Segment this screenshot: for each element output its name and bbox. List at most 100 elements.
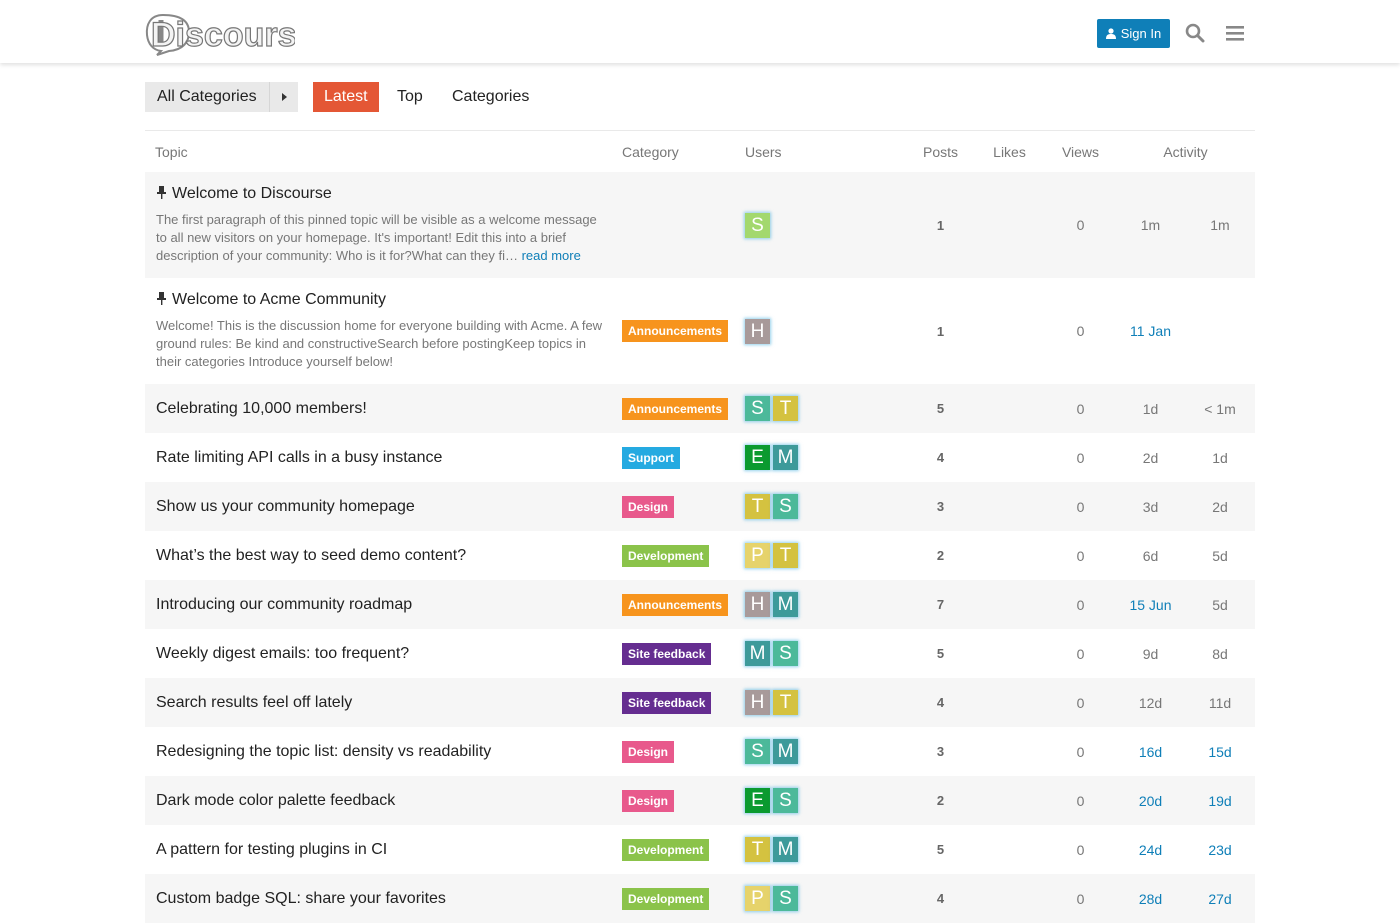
- category-badge[interactable]: Announcements: [622, 397, 729, 420]
- activity-last-post[interactable]: 11d: [1185, 678, 1255, 727]
- hamburger-menu-button[interactable]: [1222, 20, 1248, 46]
- posts-count[interactable]: 4: [907, 874, 974, 923]
- category-badge[interactable]: Development: [622, 838, 710, 861]
- category-badge[interactable]: Site feedback: [622, 642, 712, 665]
- column-header-views[interactable]: Views: [1045, 130, 1116, 172]
- activity-created[interactable]: 2d: [1116, 433, 1185, 482]
- avatar[interactable]: M: [773, 837, 798, 862]
- topic-row[interactable]: What’s the best way to seed demo content…: [145, 531, 1255, 580]
- discourse-logo[interactable]: Discourse: [145, 10, 295, 56]
- posts-count[interactable]: 2: [907, 531, 974, 580]
- tab-latest[interactable]: Latest: [313, 82, 379, 112]
- topic-title[interactable]: Dark mode color palette feedback: [156, 792, 395, 809]
- avatar[interactable]: S: [745, 396, 770, 421]
- posts-count[interactable]: 2: [907, 776, 974, 825]
- category-badge[interactable]: Development: [622, 887, 710, 910]
- activity-last-post[interactable]: 8d: [1185, 629, 1255, 678]
- activity-last-post[interactable]: 23d: [1185, 825, 1255, 874]
- column-header-topic[interactable]: Topic: [145, 130, 611, 172]
- topic-row[interactable]: Dark mode color palette feedback Design E S…: [145, 776, 1255, 825]
- column-header-activity[interactable]: Activity: [1116, 130, 1255, 172]
- posts-count[interactable]: 3: [907, 482, 974, 531]
- category-badge[interactable]: Design: [622, 740, 675, 763]
- category-badge[interactable]: Announcements: [622, 320, 729, 342]
- activity-last-post[interactable]: 1m: [1185, 172, 1255, 278]
- activity-last-post[interactable]: 5d: [1185, 531, 1255, 580]
- column-header-likes[interactable]: Likes: [974, 130, 1045, 172]
- activity-last-post[interactable]: < 1m: [1185, 384, 1255, 433]
- topic-row[interactable]: Custom badge SQL: share your favorites De…: [145, 874, 1255, 923]
- topic-row[interactable]: Show us your community homepage Design T S 3…: [145, 482, 1255, 531]
- topic-row[interactable]: Introducing our community roadmap Announc…: [145, 580, 1255, 629]
- topic-row[interactable]: Weekly digest emails: too frequent? Site …: [145, 629, 1255, 678]
- activity-last-post[interactable]: 5d: [1185, 580, 1255, 629]
- activity-created[interactable]: 11 Jan: [1116, 278, 1185, 384]
- activity-last-post[interactable]: 27d: [1185, 874, 1255, 923]
- category-dropdown[interactable]: All Categories: [145, 82, 298, 112]
- activity-created[interactable]: 3d: [1116, 482, 1185, 531]
- tab-top[interactable]: Top: [386, 82, 434, 112]
- activity-created[interactable]: 12d: [1116, 678, 1185, 727]
- avatar[interactable]: S: [773, 641, 798, 666]
- topic-title[interactable]: Weekly digest emails: too frequent?: [156, 645, 409, 662]
- topic-title[interactable]: A pattern for testing plugins in CI: [156, 841, 387, 858]
- topic-row[interactable]: Welcome to Acme Community Welcome! This i…: [145, 278, 1255, 384]
- avatar[interactable]: H: [745, 318, 770, 344]
- topic-row[interactable]: A pattern for testing plugins in CI Devel…: [145, 825, 1255, 874]
- avatar[interactable]: S: [745, 212, 770, 238]
- avatar[interactable]: S: [773, 494, 798, 519]
- avatar[interactable]: P: [745, 543, 770, 568]
- topic-title[interactable]: Custom badge SQL: share your favorites: [156, 890, 446, 907]
- topic-row[interactable]: Celebrating 10,000 members! Announcements…: [145, 384, 1255, 433]
- topic-title[interactable]: Search results feel off lately: [156, 694, 352, 711]
- topic-title[interactable]: Rate limiting API calls in a busy instan…: [156, 449, 442, 466]
- activity-last-post[interactable]: [1185, 278, 1255, 384]
- avatar[interactable]: M: [745, 641, 770, 666]
- topic-title[interactable]: What’s the best way to seed demo content…: [156, 547, 466, 564]
- topic-title[interactable]: Welcome to Acme Community: [172, 291, 386, 308]
- posts-count[interactable]: 1: [907, 278, 974, 384]
- category-badge[interactable]: Announcements: [622, 593, 729, 616]
- topic-row[interactable]: Search results feel off lately Site feedb…: [145, 678, 1255, 727]
- topic-title[interactable]: Show us your community homepage: [156, 498, 415, 515]
- sign-in-button[interactable]: Sign In: [1097, 19, 1170, 48]
- activity-created[interactable]: 28d: [1116, 874, 1185, 923]
- avatar[interactable]: S: [773, 788, 798, 813]
- category-badge[interactable]: Site feedback: [622, 691, 712, 714]
- activity-created[interactable]: 6d: [1116, 531, 1185, 580]
- avatar[interactable]: H: [745, 690, 770, 715]
- avatar[interactable]: H: [745, 592, 770, 617]
- activity-created[interactable]: 24d: [1116, 825, 1185, 874]
- activity-last-post[interactable]: 1d: [1185, 433, 1255, 482]
- topic-row[interactable]: Rate limiting API calls in a busy instan…: [145, 433, 1255, 482]
- topic-row[interactable]: Welcome to Discourse The first paragraph …: [145, 172, 1255, 278]
- category-badge[interactable]: Design: [622, 495, 675, 518]
- avatar[interactable]: M: [773, 739, 798, 764]
- avatar[interactable]: T: [773, 543, 798, 568]
- posts-count[interactable]: 3: [907, 727, 974, 776]
- avatar[interactable]: T: [745, 837, 770, 862]
- activity-created[interactable]: 15 Jun: [1116, 580, 1185, 629]
- topic-row[interactable]: Redesigning the topic list: density vs r…: [145, 727, 1255, 776]
- avatar[interactable]: T: [773, 690, 798, 715]
- posts-count[interactable]: 1: [907, 172, 974, 278]
- category-badge[interactable]: Development: [622, 544, 710, 567]
- avatar[interactable]: S: [773, 886, 798, 911]
- avatar[interactable]: T: [773, 396, 798, 421]
- posts-count[interactable]: 4: [907, 678, 974, 727]
- activity-created[interactable]: 20d: [1116, 776, 1185, 825]
- read-more-link[interactable]: read more: [522, 248, 581, 263]
- activity-last-post[interactable]: 19d: [1185, 776, 1255, 825]
- category-badge[interactable]: Design: [622, 789, 675, 812]
- topic-title[interactable]: Celebrating 10,000 members!: [156, 400, 367, 417]
- avatar[interactable]: E: [745, 788, 770, 813]
- posts-count[interactable]: 7: [907, 580, 974, 629]
- posts-count[interactable]: 5: [907, 384, 974, 433]
- topic-title[interactable]: Welcome to Discourse: [172, 185, 332, 202]
- avatar[interactable]: P: [745, 886, 770, 911]
- avatar[interactable]: E: [745, 445, 770, 470]
- avatar[interactable]: M: [773, 592, 798, 617]
- activity-created[interactable]: 1d: [1116, 384, 1185, 433]
- topic-title[interactable]: Introducing our community roadmap: [156, 596, 412, 613]
- posts-count[interactable]: 5: [907, 825, 974, 874]
